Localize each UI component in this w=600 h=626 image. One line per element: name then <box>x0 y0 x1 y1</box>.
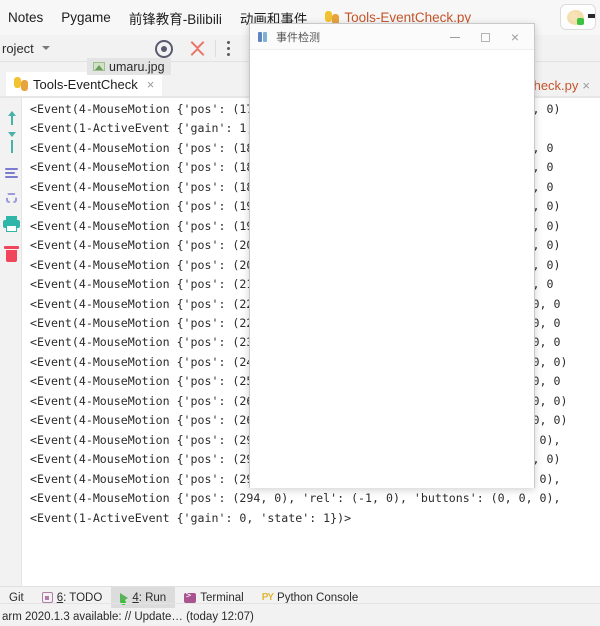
delete-icon[interactable] <box>4 245 21 262</box>
editor-tab-label: umaru.jpg <box>109 59 165 74</box>
editor-tab-label: Tools-EventCheck <box>33 76 138 92</box>
tool-window-label: Python Console <box>277 591 359 604</box>
chip-edge-marker <box>588 14 595 18</box>
status-dot-icon <box>577 18 584 25</box>
collapse-all-icon[interactable] <box>190 41 206 56</box>
tool-window-label: Git <box>9 591 24 604</box>
python-icon <box>14 77 28 91</box>
todo-icon <box>41 592 53 603</box>
tool-window-run[interactable]: 4: Run <box>111 586 176 609</box>
tool-window-python-console[interactable]: PY Python Console <box>253 587 368 609</box>
tool-window-label: : Run <box>138 591 167 604</box>
chevron-down-icon[interactable] <box>41 46 50 50</box>
status-message[interactable]: arm 2020.1.3 available: // Update… (toda… <box>0 611 254 623</box>
soft-wrap-icon[interactable] <box>2 164 19 181</box>
close-icon[interactable]: × <box>500 24 530 50</box>
tool-window-label: Terminal <box>200 591 244 604</box>
tool-window-bar: Git 6: TODO 4: Run Terminal PY Python Co… <box>0 586 600 609</box>
editor-tab-tools-eventcheck[interactable]: Tools-EventCheck × <box>6 72 163 98</box>
minimize-icon[interactable] <box>440 24 470 50</box>
project-label[interactable]: roject <box>2 41 34 56</box>
tool-window-terminal[interactable]: Terminal <box>175 587 252 609</box>
pygame-icon <box>258 31 270 42</box>
more-options-icon[interactable] <box>227 41 231 57</box>
browser-tab-label: 前锋教育-Bilibili <box>128 11 222 27</box>
scroll-down-icon[interactable] <box>3 132 20 155</box>
browser-tab-pygame[interactable]: Pygame <box>52 0 120 35</box>
run-console-left-toolbar <box>0 98 22 586</box>
status-bar-divider <box>0 603 600 604</box>
target-icon[interactable] <box>155 40 173 58</box>
browser-tab-notes[interactable]: Notes <box>0 0 52 35</box>
status-bar: arm 2020.1.3 available: // Update… (toda… <box>0 608 600 626</box>
tool-window-todo[interactable]: 6: TODO <box>33 587 112 609</box>
print-icon[interactable] <box>3 216 20 233</box>
scroll-up-icon[interactable] <box>3 110 20 127</box>
browser-tab-label: Notes <box>8 10 44 25</box>
browser-tab-bilibili[interactable]: 前锋教育-Bilibili <box>120 0 231 35</box>
pygame-window-titlebar[interactable]: 事件检测 × <box>250 24 534 50</box>
thumbnail-chip[interactable] <box>560 4 596 30</box>
tool-window-git[interactable]: Git <box>0 587 33 609</box>
pygame-display-surface[interactable] <box>250 50 534 488</box>
python-console-icon: PY <box>261 592 274 603</box>
tool-window-label: : TODO <box>63 591 103 604</box>
pygame-window-title: 事件检测 <box>276 31 320 44</box>
editor-tab-umaru[interactable]: umaru.jpg <box>87 58 171 75</box>
close-icon[interactable]: × <box>582 78 590 93</box>
toolbar-divider <box>215 40 216 57</box>
browser-tab-label: Pygame <box>61 10 111 25</box>
image-file-icon <box>93 62 105 71</box>
terminal-icon <box>184 591 197 603</box>
run-icon <box>120 592 129 605</box>
scroll-to-end-icon[interactable] <box>2 189 19 206</box>
pygame-app-window[interactable]: 事件检测 × <box>249 23 535 488</box>
maximize-icon[interactable] <box>470 24 500 50</box>
close-icon[interactable]: × <box>147 77 155 92</box>
